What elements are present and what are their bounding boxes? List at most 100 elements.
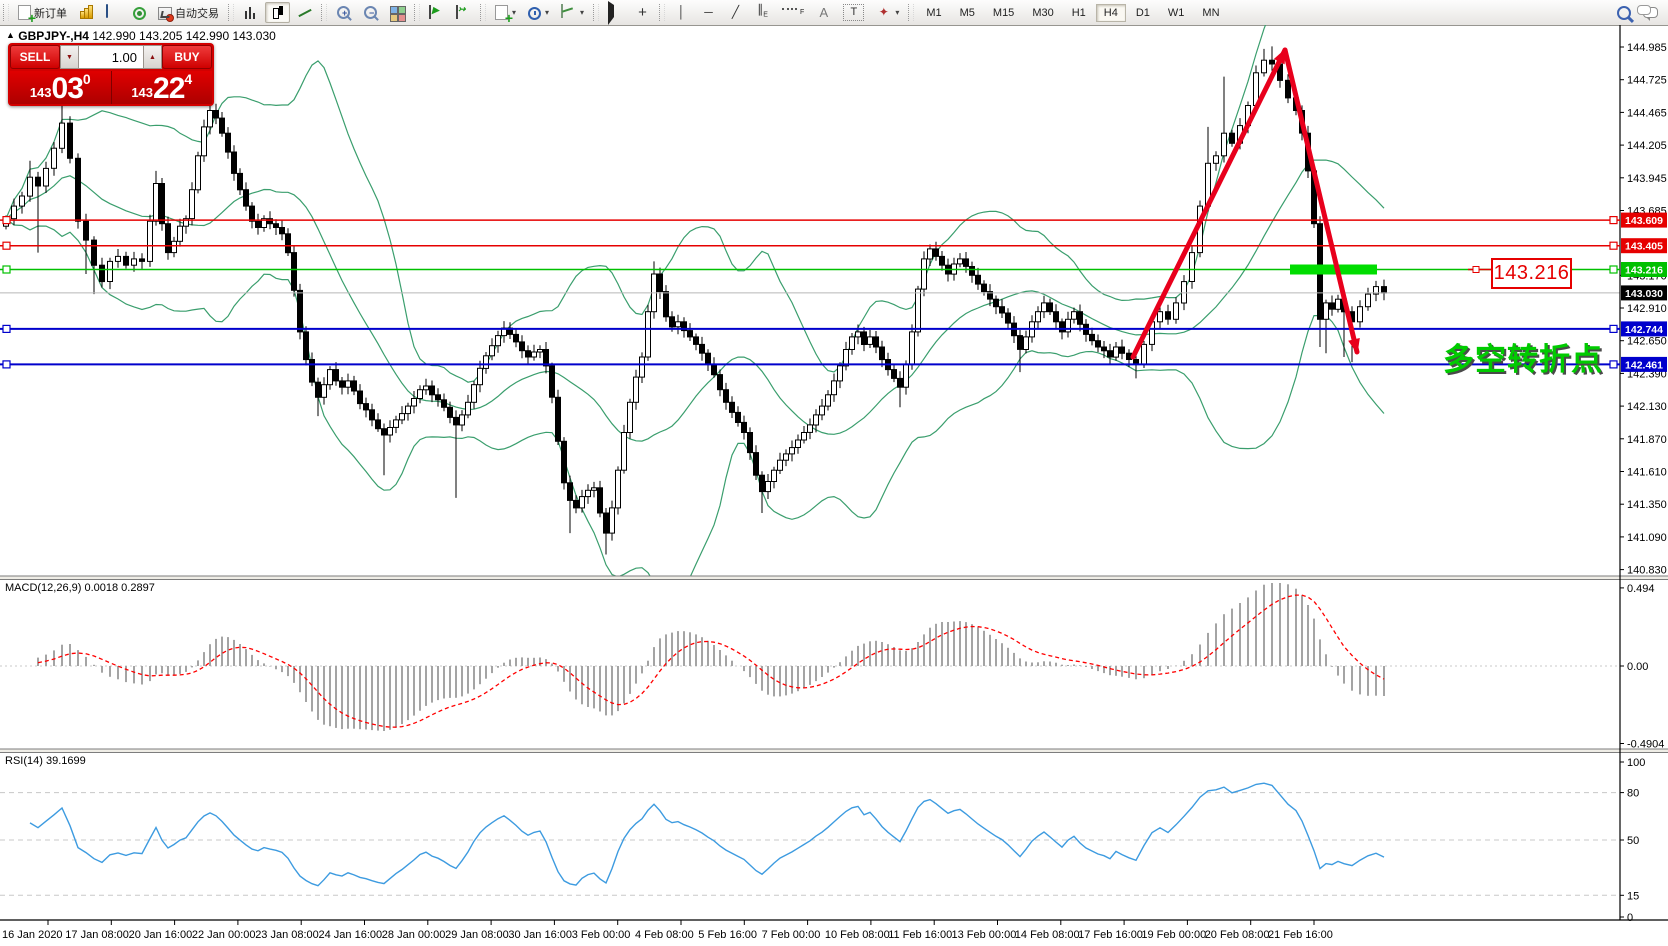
time-label: 5 Feb 16:00 <box>698 929 757 941</box>
price-tick-label: 142.910 <box>1627 303 1667 315</box>
buy-price[interactable]: 143224 <box>112 71 213 104</box>
line-handle[interactable] <box>3 266 10 273</box>
timeframe-w1[interactable]: W1 <box>1160 4 1193 22</box>
highlight-bar[interactable] <box>1290 265 1377 275</box>
time-label: 19 Feb 00:00 <box>1141 929 1206 941</box>
zoom-in-button[interactable]: + <box>331 2 356 23</box>
line-chart-mode-button[interactable] <box>292 2 317 23</box>
indicators-button[interactable]: ▾ <box>556 2 589 23</box>
price-annotation-tag[interactable]: 143.216 <box>1491 258 1572 289</box>
collapse-panel-icon[interactable]: ▲ <box>6 30 15 40</box>
price-level-chip-label: 143.216 <box>1625 265 1663 277</box>
volume-decrease-button[interactable]: ▼ <box>60 45 79 69</box>
price-tick-label: 141.870 <box>1627 434 1667 446</box>
new-order-label: 新订单 <box>34 5 67 21</box>
rsi-tick-label: 0 <box>1627 912 1633 924</box>
timeframe-d1[interactable]: D1 <box>1128 4 1158 22</box>
line-handle[interactable] <box>3 325 10 332</box>
trend-arrow-line[interactable] <box>1133 50 1285 357</box>
bar-chart-mode-button[interactable] <box>238 2 263 23</box>
pane-separator[interactable] <box>0 576 1668 580</box>
timeframe-m30[interactable]: M30 <box>1024 4 1061 22</box>
line-handle[interactable] <box>1610 242 1617 249</box>
chart-symbol: GBPJPY-,H4 <box>18 29 89 43</box>
bollinger-band-line <box>6 160 1384 441</box>
line-handle[interactable] <box>1610 217 1617 224</box>
sell-price[interactable]: 143030 <box>10 71 112 104</box>
line-handle[interactable] <box>3 242 10 249</box>
line-handle[interactable] <box>1610 361 1617 368</box>
new-order-button[interactable]: 新订单 <box>13 2 72 24</box>
toolbar-grip[interactable] <box>593 4 599 21</box>
price-level-chip-label: 143.030 <box>1625 288 1663 300</box>
timeframe-h4[interactable]: H4 <box>1096 4 1126 22</box>
turning-point-annotation[interactable]: 多空转折点 <box>1443 334 1603 379</box>
toolbar-grip[interactable] <box>228 4 234 21</box>
fibonacci-tool[interactable]: F <box>777 2 809 23</box>
chart-shift-icon: ↣ <box>456 5 458 19</box>
tile-windows-button[interactable] <box>385 2 410 23</box>
line-handle[interactable] <box>3 361 10 368</box>
line-handle[interactable] <box>3 217 10 224</box>
line-chart-icon <box>297 5 312 20</box>
signals-button[interactable] <box>128 2 151 23</box>
chevron-down-icon: ▾ <box>580 8 584 17</box>
market-watch-button[interactable] <box>74 2 99 23</box>
line-handle[interactable] <box>1473 267 1479 273</box>
time-label: 30 Jan 16:00 <box>508 929 572 941</box>
time-label: 20 Feb 08:00 <box>1205 929 1270 941</box>
chevron-down-icon: ▾ <box>895 8 899 17</box>
chart-objects[interactable] <box>0 46 1620 368</box>
price-tick-label: 142.650 <box>1627 336 1667 348</box>
trendline-tool[interactable]: ╱ <box>723 2 748 23</box>
profiles-button[interactable]: ▾ <box>523 3 554 23</box>
toolbar-grip[interactable] <box>480 4 486 21</box>
search-icon[interactable] <box>1617 6 1631 20</box>
clock-icon <box>528 7 541 20</box>
timeframe-m1[interactable]: M1 <box>918 4 949 22</box>
horizontal-line-tool[interactable]: ─ <box>696 2 721 23</box>
text-tool[interactable]: A <box>811 2 836 23</box>
timeframe-h1[interactable]: H1 <box>1064 4 1094 22</box>
bollinger-band-line <box>6 219 1384 594</box>
cursor-tool-button[interactable] <box>603 2 628 23</box>
sell-button[interactable]: SELL <box>10 45 60 69</box>
new-chart-button[interactable]: ▾ <box>490 2 521 23</box>
arrows-icon: ✦ <box>876 5 891 20</box>
indicator-icon <box>561 4 563 18</box>
toolbar-grip[interactable] <box>414 4 420 21</box>
pane-separator[interactable] <box>0 749 1668 753</box>
vertical-line-tool[interactable]: │ <box>669 2 694 23</box>
candlestick-mode-button[interactable] <box>265 2 290 23</box>
time-label: 17 Feb 16:00 <box>1078 929 1143 941</box>
chart-shift-button[interactable]: ↣ <box>451 2 476 23</box>
chat-icon[interactable] <box>1643 7 1658 18</box>
volume-increase-button[interactable]: ▲ <box>143 45 162 69</box>
line-handle[interactable] <box>1610 325 1617 332</box>
price-tick-label: 141.610 <box>1627 467 1667 479</box>
toolbar-grip[interactable] <box>3 4 9 21</box>
timeframe-m5[interactable]: M5 <box>952 4 983 22</box>
timeframe-mn[interactable]: MN <box>1194 4 1227 22</box>
arrows-tool[interactable]: ✦ ▾ <box>871 2 904 23</box>
timeframe-m15[interactable]: M15 <box>985 4 1022 22</box>
rsi-line <box>30 783 1384 886</box>
time-label: 16 Jan 2020 <box>2 929 63 941</box>
line-handle[interactable] <box>1610 266 1617 273</box>
auto-trading-icon <box>158 7 172 20</box>
price-tick-label: 142.130 <box>1627 401 1667 413</box>
crosshair-tool-button[interactable]: + <box>630 2 655 23</box>
toolbar-grip[interactable] <box>659 4 665 21</box>
time-label: 21 Feb 16:00 <box>1268 929 1333 941</box>
toolbar-grip[interactable] <box>908 4 914 21</box>
chart-canvas[interactable]: 144.985144.725144.465144.205143.945143.6… <box>0 25 1668 946</box>
signals-icon <box>133 7 146 20</box>
auto-trading-button[interactable]: 自动交易 <box>153 2 224 24</box>
toolbar-grip[interactable] <box>321 4 327 21</box>
channel-tool[interactable]: ∥E <box>750 0 775 26</box>
terminal-button[interactable] <box>101 2 126 23</box>
zoom-out-button[interactable]: − <box>358 2 383 23</box>
label-tool[interactable]: T <box>838 1 869 24</box>
axes: 144.985144.725144.465144.205143.945143.6… <box>0 25 1668 941</box>
auto-scroll-button[interactable]: ▶ <box>424 2 449 23</box>
